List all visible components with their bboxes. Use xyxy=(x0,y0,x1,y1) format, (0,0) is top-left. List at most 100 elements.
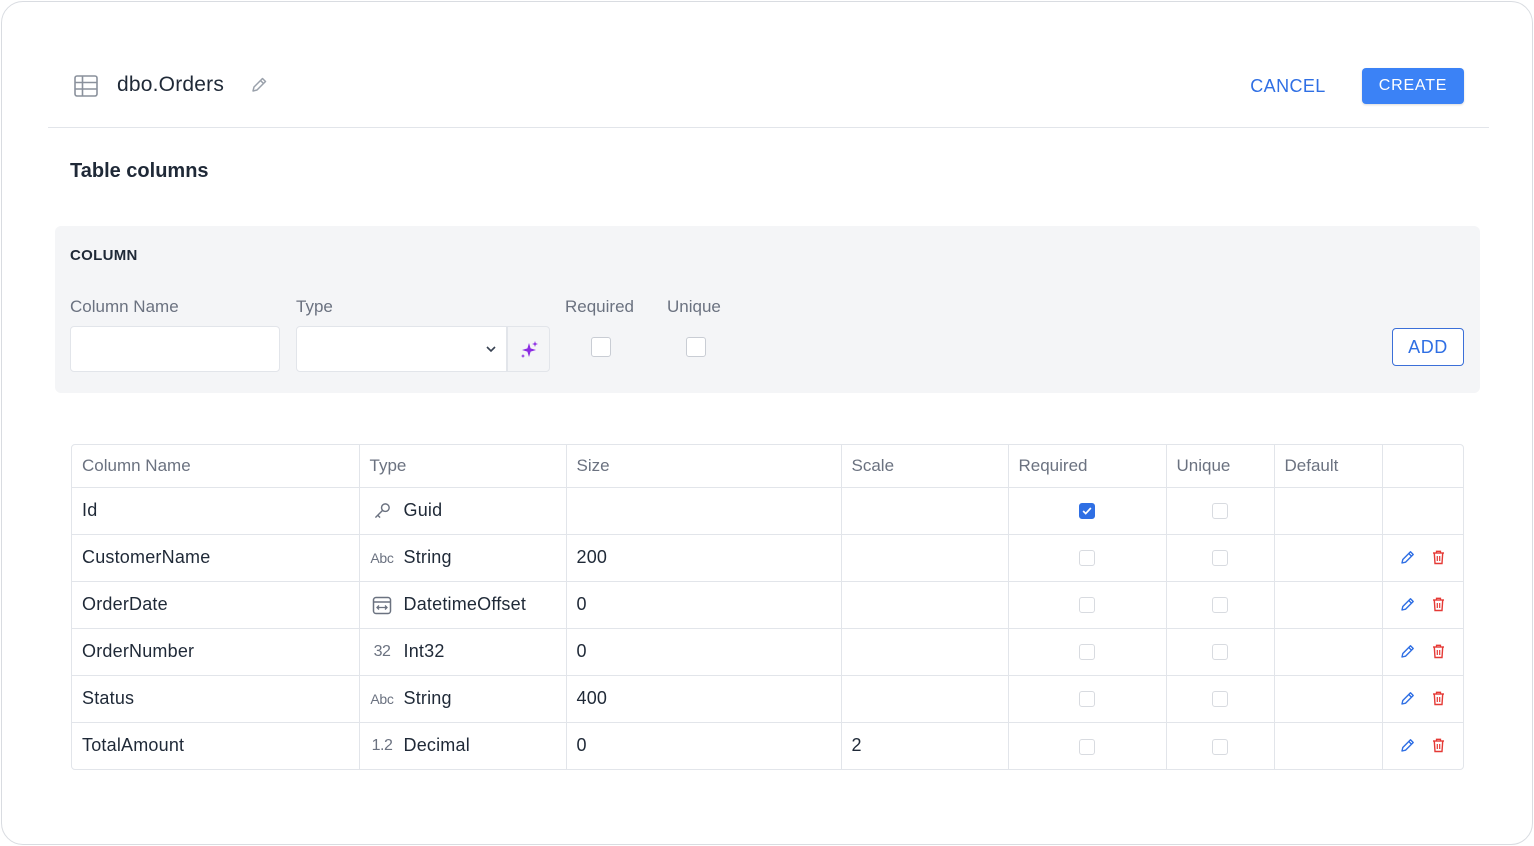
cell-type: Abc String xyxy=(359,534,567,582)
cancel-button[interactable]: CANCEL xyxy=(1240,68,1336,104)
cell-default xyxy=(1274,534,1383,582)
type-text: String xyxy=(403,547,452,567)
cell-required xyxy=(1008,581,1167,629)
size-text: 0 xyxy=(576,594,587,614)
unique-label: Unique xyxy=(667,297,721,316)
header-type: Type xyxy=(359,445,567,488)
dialog: dbo.Orders CANCEL CREATE Table columns C… xyxy=(1,1,1533,845)
key-icon xyxy=(370,501,395,521)
header-size: Size xyxy=(566,445,842,488)
add-column-button[interactable]: ADD xyxy=(1392,328,1464,366)
cell-scale xyxy=(841,534,1009,582)
delete-trash-icon[interactable] xyxy=(1430,596,1447,613)
header-scale: Scale xyxy=(841,445,1009,488)
cell-size: 0 xyxy=(566,581,842,629)
delete-trash-icon[interactable] xyxy=(1430,737,1447,754)
edit-pencil-icon[interactable] xyxy=(1399,549,1416,566)
page-title: dbo.Orders xyxy=(117,73,225,96)
cell-type: 1.2 Decimal xyxy=(359,722,567,769)
size-text: 0 xyxy=(576,641,587,661)
header-column-name: Column Name xyxy=(72,445,360,488)
ai-suggest-button[interactable] xyxy=(507,326,550,372)
required-checkbox[interactable] xyxy=(591,337,611,357)
size-text: 200 xyxy=(576,547,608,567)
column-name-text: Status xyxy=(82,688,135,708)
abc-icon: Abc xyxy=(370,549,394,566)
header-actions xyxy=(1382,445,1463,488)
required-checkbox xyxy=(1079,503,1095,520)
cell-default xyxy=(1274,675,1383,723)
type-label: Type xyxy=(296,297,333,316)
section-title: Table columns xyxy=(70,160,209,182)
unique-checkbox[interactable] xyxy=(686,337,706,357)
edit-pencil-icon[interactable] xyxy=(1399,690,1416,707)
edit-title-pencil-icon[interactable] xyxy=(250,76,268,94)
scale-text: 2 xyxy=(851,735,862,756)
type-text: Int32 xyxy=(403,641,445,661)
cell-column-name: Id xyxy=(72,487,360,535)
table-row: TotalAmount 1.2 Decimal 0 2 xyxy=(72,722,1463,769)
cell-size: 400 xyxy=(566,675,842,723)
cell-unique xyxy=(1166,722,1275,769)
cell-column-name: TotalAmount xyxy=(72,722,360,769)
column-name-text: TotalAmount xyxy=(82,735,185,756)
cell-column-name: CustomerName xyxy=(72,534,360,582)
cell-actions xyxy=(1382,581,1463,629)
cell-scale xyxy=(841,487,1009,535)
delete-trash-icon[interactable] xyxy=(1430,549,1447,566)
cell-column-name: OrderDate xyxy=(72,581,360,629)
abc-icon: Abc xyxy=(370,690,394,707)
cell-unique xyxy=(1166,628,1275,676)
columns-table: Column Name Type Size Scale Required Uni… xyxy=(71,444,1464,770)
edit-pencil-icon[interactable] xyxy=(1399,737,1416,754)
edit-pencil-icon[interactable] xyxy=(1399,596,1416,613)
required-checkbox xyxy=(1079,550,1095,567)
type-text: Guid xyxy=(403,500,443,520)
cell-required xyxy=(1008,675,1167,723)
column-name-text: OrderDate xyxy=(82,594,168,614)
cell-default xyxy=(1274,487,1383,535)
type-text: DatetimeOffset xyxy=(403,594,527,614)
cell-actions xyxy=(1382,487,1463,535)
cell-actions xyxy=(1382,628,1463,676)
type-text: String xyxy=(403,688,452,708)
cell-default xyxy=(1274,581,1383,629)
column-name-text: CustomerName xyxy=(82,547,211,567)
edit-pencil-icon[interactable] xyxy=(1399,643,1416,660)
header-default: Default xyxy=(1274,445,1383,488)
delete-trash-icon[interactable] xyxy=(1430,690,1447,707)
required-checkbox xyxy=(1079,738,1095,755)
cell-required xyxy=(1008,722,1167,769)
cell-type: Abc String xyxy=(359,675,567,723)
cell-default xyxy=(1274,628,1383,676)
decimal-icon: 1.2 xyxy=(371,736,393,754)
cell-default xyxy=(1274,722,1383,769)
header-unique: Unique xyxy=(1166,445,1275,488)
add-column-panel: COLUMN Column Name Type Required Unique … xyxy=(55,226,1480,393)
cell-size: 0 xyxy=(566,722,842,769)
column-name-input[interactable] xyxy=(70,326,280,372)
unique-checkbox xyxy=(1212,597,1228,614)
table-row: OrderDate DatetimeOffset 0 xyxy=(72,581,1463,629)
table-icon xyxy=(74,75,98,97)
table-row: Id Guid xyxy=(72,487,1463,535)
cell-scale xyxy=(841,581,1009,629)
cell-scale xyxy=(841,628,1009,676)
header-required: Required xyxy=(1008,445,1167,488)
table-row: Status Abc String 400 xyxy=(72,675,1463,723)
required-checkbox xyxy=(1079,597,1095,614)
cell-scale xyxy=(841,675,1009,723)
column-name-text: Id xyxy=(82,500,98,520)
cell-actions xyxy=(1382,722,1463,769)
create-button[interactable]: CREATE xyxy=(1362,68,1464,104)
required-checkbox xyxy=(1079,644,1095,661)
unique-checkbox xyxy=(1212,691,1228,708)
unique-checkbox xyxy=(1212,550,1228,567)
header: dbo.Orders CANCEL CREATE xyxy=(48,2,1489,128)
type-select[interactable] xyxy=(296,326,507,372)
cell-unique xyxy=(1166,581,1275,629)
chevron-down-icon xyxy=(486,346,496,353)
cell-required xyxy=(1008,628,1167,676)
cell-required xyxy=(1008,534,1167,582)
delete-trash-icon[interactable] xyxy=(1430,643,1447,660)
